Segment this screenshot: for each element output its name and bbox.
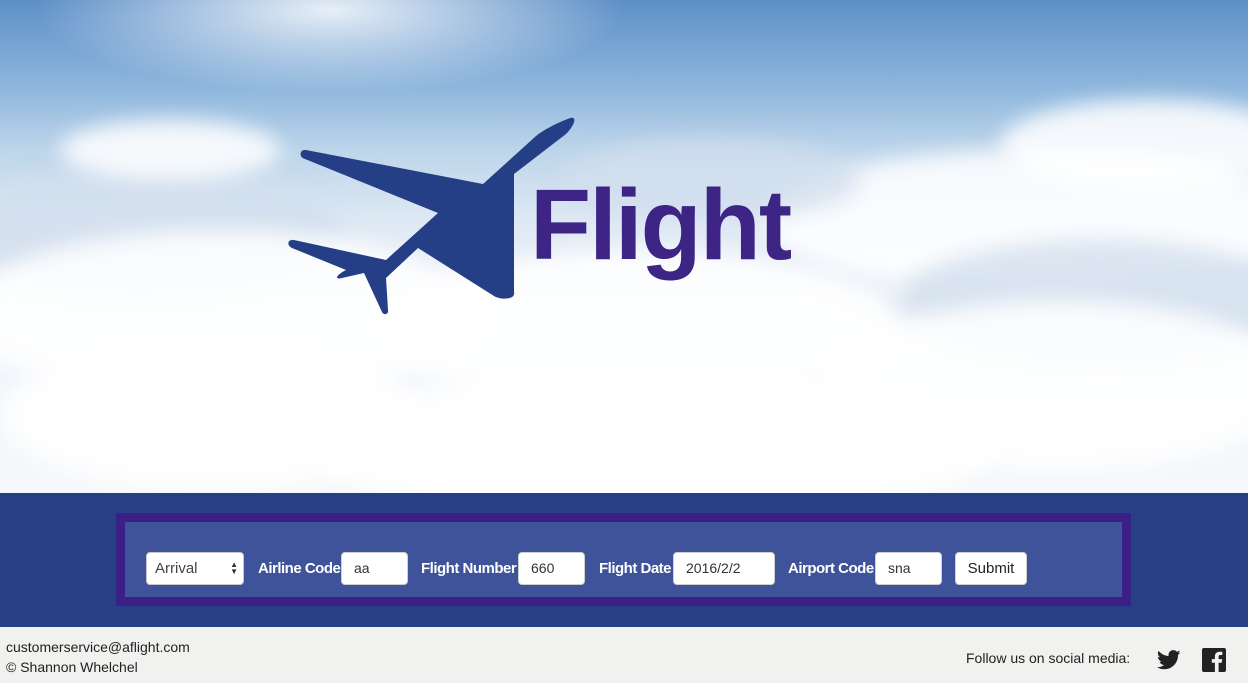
flight-date-label: Flight Date — [599, 560, 672, 577]
social-media-label: Follow us on social media: — [966, 650, 1131, 666]
arrival-departure-select[interactable]: Arrival ▲ ▼ — [146, 552, 244, 585]
select-value: Arrival — [155, 560, 198, 577]
brand-logo-text: Flight — [530, 169, 792, 281]
flight-number-label: Flight Number — [421, 560, 517, 577]
copyright-text: © Shannon Whelchel — [6, 659, 138, 675]
contact-email: customerservice@aflight.com — [6, 639, 190, 655]
facebook-icon[interactable] — [1202, 648, 1226, 672]
airport-code-input[interactable]: sna — [875, 552, 942, 585]
submit-button[interactable]: Submit — [955, 552, 1027, 585]
flight-date-input[interactable]: 2016/2/2 — [673, 552, 775, 585]
flight-number-input[interactable]: 660 — [518, 552, 585, 585]
footer: customerservice@aflight.com © Shannon Wh… — [0, 627, 1248, 683]
airport-code-label: Airport Code — [788, 560, 874, 577]
airline-code-label: Airline Code — [258, 560, 341, 577]
flight-search-form: Arrival ▲ ▼ Airline Code aa Flight Number… — [116, 513, 1131, 606]
select-arrows-icon: ▲ ▼ — [230, 560, 238, 576]
airline-code-input[interactable]: aa — [341, 552, 408, 585]
hero-banner: Flight — [0, 0, 1248, 493]
twitter-icon[interactable] — [1157, 649, 1181, 671]
